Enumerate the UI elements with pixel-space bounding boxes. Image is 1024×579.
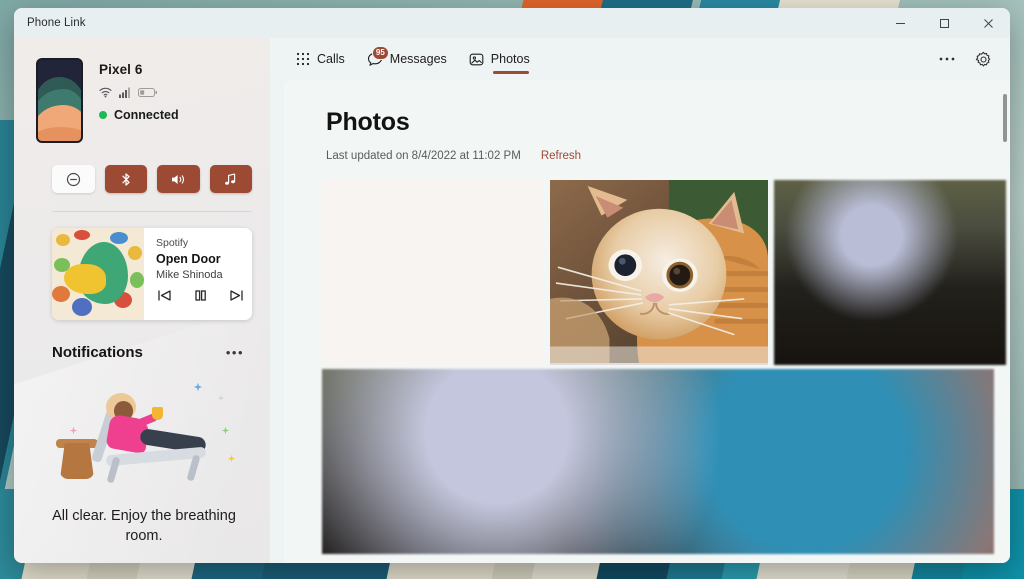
navbar-actions (932, 38, 998, 80)
music-note-icon (223, 172, 238, 187)
media-app-name: Spotify (156, 237, 189, 249)
gear-icon (975, 51, 992, 68)
status-dot (99, 111, 107, 119)
tab-messages[interactable]: 95 Messages (367, 38, 447, 80)
connection-status-label: Connected (114, 108, 179, 122)
tab-photos-label: Photos (490, 52, 530, 66)
media-artist: Mike Shinoda (156, 269, 223, 281)
desktop-background: Phone Link Pixel 6 Connected Spotify Ope… (0, 0, 1024, 579)
app-title: Phone Link (27, 17, 86, 29)
device-name: Pixel 6 (99, 62, 143, 77)
skip-next-icon[interactable] (228, 288, 245, 303)
settings-button[interactable] (968, 45, 998, 73)
tab-calls[interactable]: Calls (296, 38, 345, 80)
quick-actions (14, 143, 270, 193)
tab-photos[interactable]: Photos (469, 38, 530, 80)
media-metadata: Spotify Open Door Mike Shinoda (144, 228, 252, 320)
minimize-button[interactable] (878, 8, 922, 38)
wifi-icon (99, 87, 112, 98)
dialpad-icon (296, 52, 310, 66)
phone-link-window: Phone Link Pixel 6 Connected Spotify Ope… (14, 8, 1010, 563)
skip-previous-icon[interactable] (156, 288, 173, 303)
scrollbar-thumb[interactable] (1003, 94, 1007, 142)
device-info: Pixel 6 Connected (99, 58, 179, 143)
page-title: Photos (326, 108, 410, 136)
navigation-bar: Calls 95 Messages Photos (270, 38, 1010, 80)
photos-subheader: Last updated on 8/4/2022 at 11:02 PM Ref… (326, 150, 1010, 162)
phone-thumbnail (36, 58, 83, 143)
media-player-card[interactable]: Spotify Open Door Mike Shinoda (52, 228, 252, 320)
album-art-accent (64, 264, 106, 294)
title-bar: Phone Link (14, 8, 1010, 38)
device-connection-status: Connected (99, 108, 179, 122)
volume-button[interactable] (157, 165, 200, 193)
device-status-indicators (99, 87, 179, 98)
sidebar-divider (52, 211, 252, 212)
ellipsis-icon (939, 56, 955, 62)
bluetooth-button[interactable] (104, 165, 147, 193)
pause-icon[interactable] (193, 288, 208, 303)
media-track-title: Open Door (156, 252, 221, 266)
tab-messages-label: Messages (389, 52, 447, 66)
photos-scrollbar[interactable] (1003, 90, 1007, 554)
album-art (52, 228, 144, 320)
notifications-more-button[interactable]: ••• (226, 346, 244, 359)
bluetooth-icon (119, 172, 133, 187)
photo-tile-3[interactable] (774, 180, 1006, 365)
battery-icon (138, 87, 158, 98)
window-body: Pixel 6 Connected Spotify Open Door Mike… (14, 38, 1010, 563)
media-controls (156, 288, 252, 303)
notifications-empty-state: All clear. Enjoy the breathing room. (14, 361, 270, 546)
relaxing-person-illustration (44, 377, 244, 495)
more-options-button[interactable] (932, 45, 962, 73)
cellular-signal-icon (119, 87, 131, 98)
message-bubble-icon: 95 (367, 45, 389, 67)
do-not-disturb-icon (66, 172, 81, 187)
device-card[interactable]: Pixel 6 Connected (14, 38, 270, 143)
photos-header: Photos Last updated on 8/4/2022 at 11:02… (284, 80, 1010, 162)
do-not-disturb-button[interactable] (52, 165, 95, 193)
photo-tile-4[interactable] (322, 369, 994, 554)
notifications-title: Notifications (52, 344, 143, 361)
content-area: Calls 95 Messages Photos Photos Last upd… (270, 38, 1010, 563)
window-controls (878, 8, 1010, 38)
media-audio-button[interactable] (209, 165, 252, 193)
sidebar: Pixel 6 Connected Spotify Open Door Mike… (14, 38, 270, 563)
photo-icon (469, 52, 484, 67)
refresh-link[interactable]: Refresh (541, 150, 581, 162)
notifications-empty-message: All clear. Enjoy the breathing room. (52, 508, 236, 544)
maximize-button[interactable] (922, 8, 966, 38)
cat-photo (550, 180, 768, 364)
photo-grid (322, 180, 1010, 554)
tab-list: Calls 95 Messages Photos (296, 38, 530, 80)
tab-calls-label: Calls (317, 52, 345, 66)
messages-badge: 95 (371, 45, 389, 60)
close-button[interactable] (966, 8, 1010, 38)
last-updated-text: Last updated on 8/4/2022 at 11:02 PM (326, 150, 521, 162)
photo-tile-2[interactable] (550, 180, 768, 365)
photo-tile-1[interactable] (322, 180, 544, 365)
photos-panel: Photos Last updated on 8/4/2022 at 11:02… (284, 80, 1010, 563)
volume-icon (170, 172, 187, 187)
notifications-header: Notifications ••• (14, 320, 270, 361)
